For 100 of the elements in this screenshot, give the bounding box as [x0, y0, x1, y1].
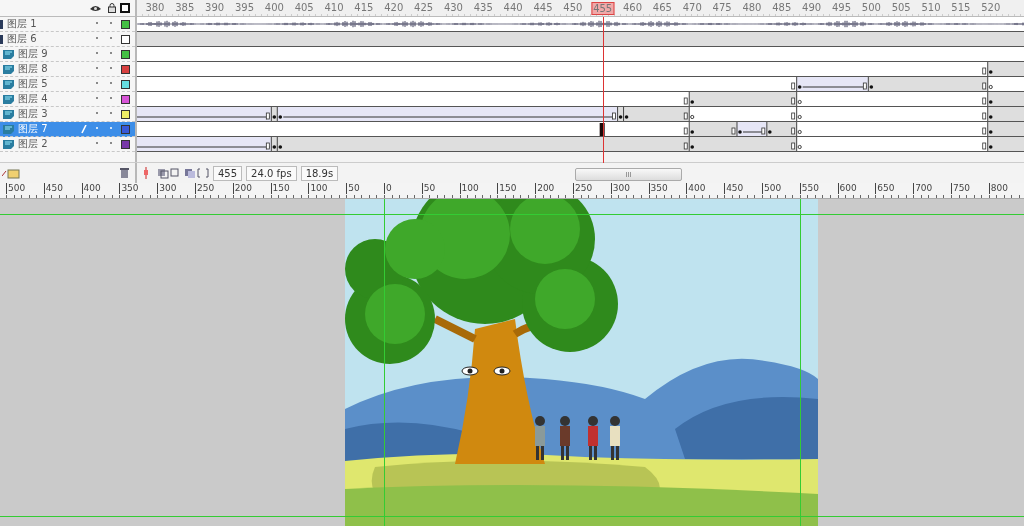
frame-number[interactable]: 485: [771, 2, 793, 13]
ruler-label: 200: [232, 183, 271, 194]
frame-number[interactable]: 470: [681, 2, 703, 13]
frame-number[interactable]: 520: [980, 2, 1002, 13]
frame-number[interactable]: 480: [741, 2, 763, 13]
frame-number[interactable]: 430: [442, 2, 464, 13]
ruler-label: 200: [535, 183, 573, 194]
frame-number[interactable]: 385: [174, 2, 196, 13]
center-frame-icon[interactable]: [141, 167, 151, 179]
layer-icon: [3, 64, 14, 74]
keyframe-span[interactable]: [265, 137, 278, 151]
frame-track[interactable]: [137, 62, 1024, 77]
keyframe-span[interactable]: [791, 92, 802, 106]
layer-color-swatch[interactable]: [121, 95, 130, 104]
frame-track[interactable]: [137, 17, 1024, 32]
elapsed-time-field[interactable]: 18.9s: [300, 165, 339, 181]
layer-row[interactable]: 图层 2: [0, 137, 135, 152]
tween-span[interactable]: [791, 77, 869, 91]
frame-number[interactable]: 405: [293, 2, 315, 13]
trash-icon[interactable]: [120, 168, 129, 178]
lock-icon[interactable]: [108, 3, 116, 13]
frame-number[interactable]: 450: [562, 2, 584, 13]
ruler-label: 100: [459, 183, 498, 194]
frame-number[interactable]: 395: [233, 2, 255, 13]
layer-name: 图层 9: [18, 47, 48, 61]
layer-icon: [3, 124, 14, 134]
ruler-label: 550: [799, 183, 838, 194]
frame-track[interactable]: [137, 77, 1024, 92]
frame-number[interactable]: 435: [472, 2, 494, 13]
layer-row[interactable]: 图层 4: [0, 92, 135, 107]
layer-color-swatch[interactable]: [121, 110, 130, 119]
frame-number[interactable]: 460: [621, 2, 644, 13]
layer-row[interactable]: 图层 6: [0, 32, 135, 47]
frame-number[interactable]: 400: [263, 2, 285, 13]
layer-row[interactable]: 图层 3: [0, 107, 135, 122]
layer-color-swatch[interactable]: [121, 80, 130, 89]
frame-number[interactable]: 425: [413, 2, 435, 13]
layer-name: 图层 6: [7, 32, 37, 46]
frame-track[interactable]: [137, 122, 1024, 137]
frame-number[interactable]: 440: [502, 2, 524, 13]
layer-row[interactable]: 图层 8: [0, 62, 135, 77]
frame-number[interactable]: 445: [532, 2, 554, 13]
outline-icon[interactable]: [120, 3, 130, 13]
layer-name: 图层 2: [18, 137, 48, 151]
ruler-label: 100: [308, 183, 347, 194]
layer-icon: [3, 109, 14, 119]
frame-track[interactable]: [137, 47, 1024, 62]
frame-track[interactable]: [137, 137, 1024, 152]
onion-skin-icons[interactable]: [157, 167, 209, 179]
ruler-label: 350: [119, 183, 158, 194]
layer-icon: [3, 139, 14, 149]
frame-rate-field[interactable]: 24.0 fps: [246, 165, 297, 181]
layer-color-swatch[interactable]: [121, 35, 130, 44]
ruler-label: 600: [837, 183, 876, 194]
layer-row[interactable]: 图层 7: [0, 122, 135, 137]
frame-number[interactable]: 515: [950, 2, 972, 13]
keyframe-span[interactable]: [623, 107, 690, 121]
pencil-icon: [81, 125, 87, 134]
frame-number[interactable]: 510: [920, 2, 942, 13]
layer-color-swatch[interactable]: [121, 125, 130, 134]
layer-color-swatch[interactable]: [121, 65, 130, 74]
frame-track[interactable]: [137, 32, 1024, 47]
keyframe-span[interactable]: [791, 122, 802, 136]
frame-number[interactable]: 410: [323, 2, 345, 13]
tween-span[interactable]: [731, 122, 767, 136]
ruler-label: 350: [648, 183, 687, 194]
ruler-label: 650: [875, 183, 914, 194]
new-folder-icon[interactable]: [2, 167, 20, 179]
frame-number[interactable]: 390: [204, 2, 226, 13]
frame-number[interactable]: 475: [711, 2, 733, 13]
ruler-label: 50: [421, 183, 460, 194]
layer-color-swatch[interactable]: [121, 140, 130, 149]
frame-track[interactable]: [137, 92, 1024, 107]
frame-number[interactable]: 415: [353, 2, 375, 13]
layer-row[interactable]: 图层 1: [0, 17, 135, 32]
frame-number[interactable]: 465: [651, 2, 673, 13]
frame-track[interactable]: [137, 107, 1024, 122]
ruler-label: 450: [724, 183, 762, 194]
layer-color-swatch[interactable]: [121, 50, 130, 59]
layer-color-swatch[interactable]: [121, 20, 130, 29]
layer-row[interactable]: 图层 9: [0, 47, 135, 62]
keyframe-span[interactable]: [612, 107, 624, 121]
ruler-label: 250: [195, 183, 233, 194]
frame-number[interactable]: 500: [860, 2, 882, 13]
keyframe-span[interactable]: [982, 77, 993, 91]
ruler-label: 250: [572, 183, 611, 194]
ruler-label: 700: [913, 183, 951, 194]
layer-row[interactable]: 图层 5: [0, 77, 135, 92]
current-frame-field[interactable]: 455: [213, 165, 243, 181]
layer-icon: [3, 49, 14, 59]
keyframe-span[interactable]: [265, 107, 278, 121]
keyframe-span[interactable]: [791, 137, 802, 151]
frame-number[interactable]: 455: [591, 2, 615, 15]
frame-number[interactable]: 380: [144, 2, 166, 13]
frame-number[interactable]: 420: [383, 2, 405, 13]
eye-icon[interactable]: [90, 5, 101, 12]
frame-number[interactable]: 505: [890, 2, 912, 13]
keyframe-span[interactable]: [683, 107, 695, 121]
frame-number[interactable]: 495: [830, 2, 852, 13]
frame-number[interactable]: 490: [801, 2, 823, 13]
